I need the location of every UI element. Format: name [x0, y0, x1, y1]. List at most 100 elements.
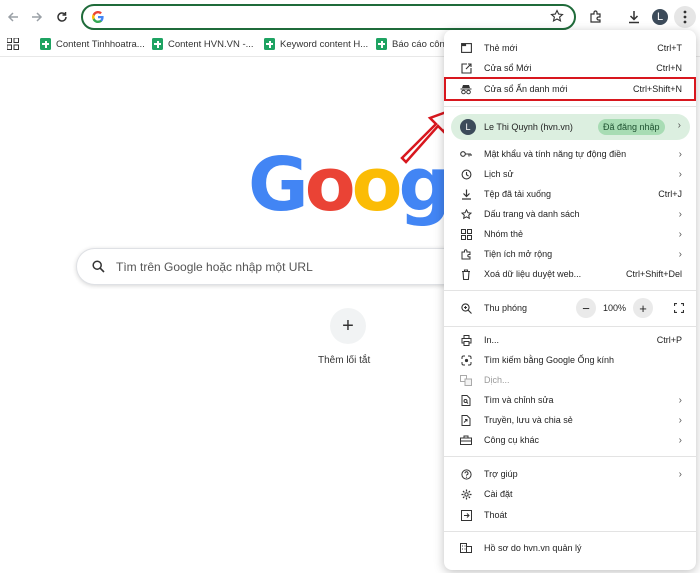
menu-item-label: Trợ giúp: [484, 469, 518, 479]
chevron-right-icon: ›: [678, 248, 682, 260]
tab-groups-icon: [460, 228, 472, 240]
exit-icon: [460, 509, 472, 521]
three-dots-vertical-icon: [683, 10, 687, 24]
apps-grid-icon[interactable]: [7, 38, 19, 50]
bookmark-label: Content HVN.VN -...: [168, 38, 254, 50]
download-icon: [629, 11, 639, 24]
chevron-right-icon: ›: [677, 120, 681, 131]
menu-item-new-window[interactable]: Cửa sổ Mới Ctrl+N: [444, 58, 696, 78]
fullscreen-icon: [674, 303, 684, 313]
menu-item-passwords[interactable]: Mật khẩu và tính năng tự động điền ›: [444, 144, 696, 164]
menu-item-more-tools[interactable]: Công cụ khác ›: [444, 430, 696, 450]
menu-item-print[interactable]: In... Ctrl+P: [444, 330, 696, 350]
menu-item-label: Dịch...: [484, 375, 510, 385]
minus-icon: −: [582, 300, 590, 316]
reload-button[interactable]: [51, 6, 73, 28]
menu-item-bookmarks[interactable]: Dấu trang và danh sách ›: [444, 204, 696, 224]
gear-icon: [460, 488, 472, 500]
chrome-menu-button[interactable]: [674, 6, 696, 28]
zoom-out-button[interactable]: −: [576, 298, 596, 318]
new-window-icon: [460, 62, 472, 74]
menu-item-shortcut: Ctrl+P: [656, 335, 682, 345]
bookmark-item[interactable]: Content HVN.VN -...: [152, 38, 254, 50]
menu-divider: [444, 531, 696, 532]
menu-item-label: Mật khẩu và tính năng tự động điền: [484, 149, 627, 159]
sheets-icon: [264, 38, 275, 50]
lens-icon: [460, 354, 472, 366]
avatar: L: [652, 9, 668, 25]
menu-item-settings[interactable]: Cài đặt: [444, 484, 696, 504]
menu-item-translate: Dịch...: [444, 370, 696, 390]
address-bar[interactable]: [81, 4, 576, 30]
bookmark-star-icon[interactable]: [550, 9, 564, 23]
menu-item-label: Thẻ mới: [484, 43, 518, 53]
puzzle-icon: [460, 248, 472, 260]
key-icon: [460, 148, 472, 160]
share-page-icon: [460, 414, 472, 426]
new-tab-icon: [460, 42, 472, 54]
zoom-in-button[interactable]: +: [633, 298, 653, 318]
menu-item-clear-browsing-data[interactable]: Xoá dữ liệu duyệt web... Ctrl+Shift+Del: [444, 264, 696, 284]
back-button[interactable]: [2, 6, 24, 28]
menu-item-label: Dấu trang và danh sách: [484, 209, 580, 219]
zoom-icon: [460, 302, 472, 314]
search-box[interactable]: Tìm trên Google hoặc nhập một URL: [76, 248, 466, 285]
menu-item-label: Cửa sổ Mới: [484, 63, 532, 73]
menu-item-managed-profile[interactable]: Hồ sơ do hvn.vn quản lý: [444, 538, 696, 558]
chrome-menu: Thẻ mới Ctrl+T Cửa sổ Mới Ctrl+N Cửa sổ …: [444, 30, 696, 570]
plus-icon: +: [639, 300, 647, 316]
puzzle-icon: [590, 10, 601, 23]
menu-item-label: Nhóm thẻ: [484, 229, 524, 239]
find-page-icon: [460, 394, 472, 406]
menu-item-shortcut: Ctrl+T: [657, 43, 682, 53]
search-placeholder: Tìm trên Google hoặc nhập một URL: [116, 260, 313, 274]
menu-item-label: Truyền, lưu và chia sẻ: [484, 415, 573, 425]
download-icon: [460, 188, 472, 200]
menu-item-label: Tìm và chỉnh sửa: [484, 395, 554, 405]
chevron-right-icon: ›: [678, 414, 682, 426]
plus-icon: +: [342, 314, 354, 337]
managed-building-icon: [460, 542, 472, 554]
trash-icon: [460, 268, 472, 280]
menu-item-tab-groups[interactable]: Nhóm thẻ ›: [444, 224, 696, 244]
menu-item-extensions[interactable]: Tiện ích mở rộng ›: [444, 244, 696, 264]
bookmark-item[interactable]: Báo cáo công: [376, 38, 450, 50]
fullscreen-button[interactable]: [669, 298, 689, 318]
chevron-right-icon: ›: [678, 394, 682, 406]
bookmark-label: Báo cáo công: [392, 38, 451, 50]
print-icon: [460, 334, 472, 346]
profile-button[interactable]: L: [649, 6, 671, 28]
sheets-icon: [40, 38, 51, 50]
menu-item-label: Tệp đã tải xuống: [484, 189, 552, 199]
menu-item-cast-save-share[interactable]: Truyền, lưu và chia sẻ ›: [444, 410, 696, 430]
logo-letter: o: [351, 142, 403, 228]
add-shortcut-button[interactable]: +: [330, 308, 366, 344]
history-icon: [460, 168, 472, 180]
add-shortcut-label: Thêm lối tắt: [318, 355, 371, 366]
extensions-button[interactable]: [585, 6, 607, 28]
bookmark-item[interactable]: Content Tinhhoatra...: [40, 38, 145, 50]
chevron-right-icon: ›: [678, 434, 682, 446]
menu-item-help[interactable]: Trợ giúp ›: [444, 464, 696, 484]
menu-item-label: In...: [484, 335, 500, 345]
incognito-highlight-box: [444, 77, 696, 101]
menu-item-google-lens[interactable]: Tìm kiếm bằng Google Ống kính: [444, 350, 696, 370]
menu-item-history[interactable]: Lịch sử ›: [444, 164, 696, 184]
menu-item-exit[interactable]: Thoát: [444, 505, 696, 525]
forward-button[interactable]: [26, 6, 48, 28]
chevron-right-icon: ›: [678, 168, 682, 180]
menu-item-new-tab[interactable]: Thẻ mới Ctrl+T: [444, 38, 696, 58]
google-g-icon: [92, 11, 104, 23]
bookmark-item[interactable]: Keyword content H...: [264, 38, 368, 50]
back-arrow-icon: [7, 12, 18, 22]
avatar: L: [460, 119, 476, 135]
menu-item-label: Tìm kiếm bằng Google Ống kính: [484, 355, 615, 365]
menu-profile-row[interactable]: L Le Thi Quynh (hvn.vn) Đã đăng nhập ›: [451, 114, 690, 140]
menu-item-shortcut: Ctrl+N: [656, 63, 682, 73]
logo-letter: o: [304, 142, 356, 228]
downloads-button[interactable]: [623, 6, 645, 28]
menu-item-label: Lịch sử: [484, 169, 514, 179]
menu-item-downloads[interactable]: Tệp đã tải xuống Ctrl+J: [444, 184, 696, 204]
menu-item-label: Thu phóng: [484, 303, 528, 313]
menu-item-find-and-edit[interactable]: Tìm và chỉnh sửa ›: [444, 390, 696, 410]
